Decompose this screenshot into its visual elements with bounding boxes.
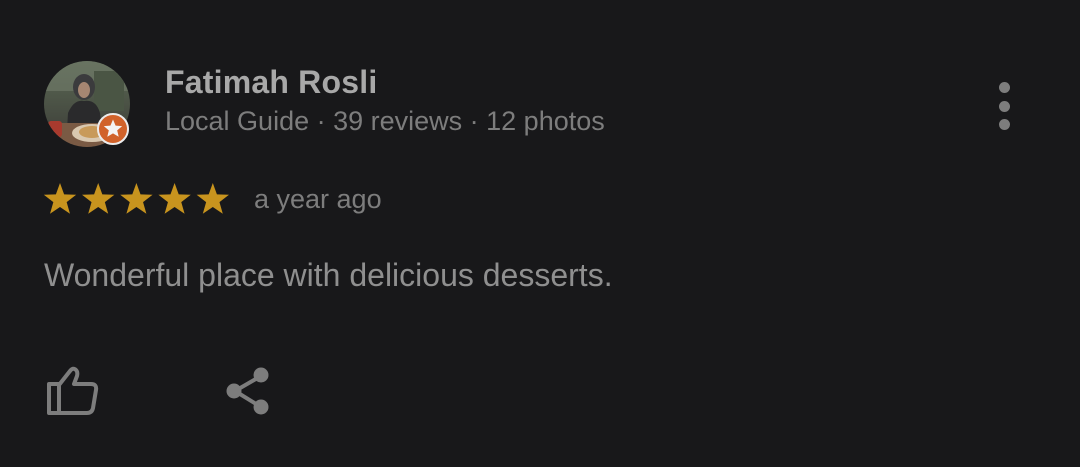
review-time: a year ago [254, 184, 382, 214]
local-guide-badge-icon [97, 113, 129, 145]
reviewer-name[interactable]: Fatimah Rosli [165, 64, 377, 101]
rating-star-icon [120, 183, 153, 214]
more-vert-icon [998, 82, 1010, 93]
share-icon [226, 367, 269, 415]
rating-star-icon [196, 183, 229, 214]
rating-star-icon [158, 183, 191, 214]
like-button[interactable] [44, 363, 102, 417]
review-text: Wonderful place with delicious desserts. [44, 257, 613, 293]
reviewer-meta: Local Guide · 39 reviews · 12 photos [165, 106, 605, 136]
share-button[interactable] [222, 365, 274, 417]
rating-star-icon [82, 183, 115, 214]
rating-star-icon [43, 183, 77, 214]
more-options-button[interactable] [980, 76, 1028, 136]
thumb-up-icon [47, 366, 99, 415]
reviewer-avatar[interactable] [44, 61, 132, 149]
star-rating [43, 183, 229, 214]
